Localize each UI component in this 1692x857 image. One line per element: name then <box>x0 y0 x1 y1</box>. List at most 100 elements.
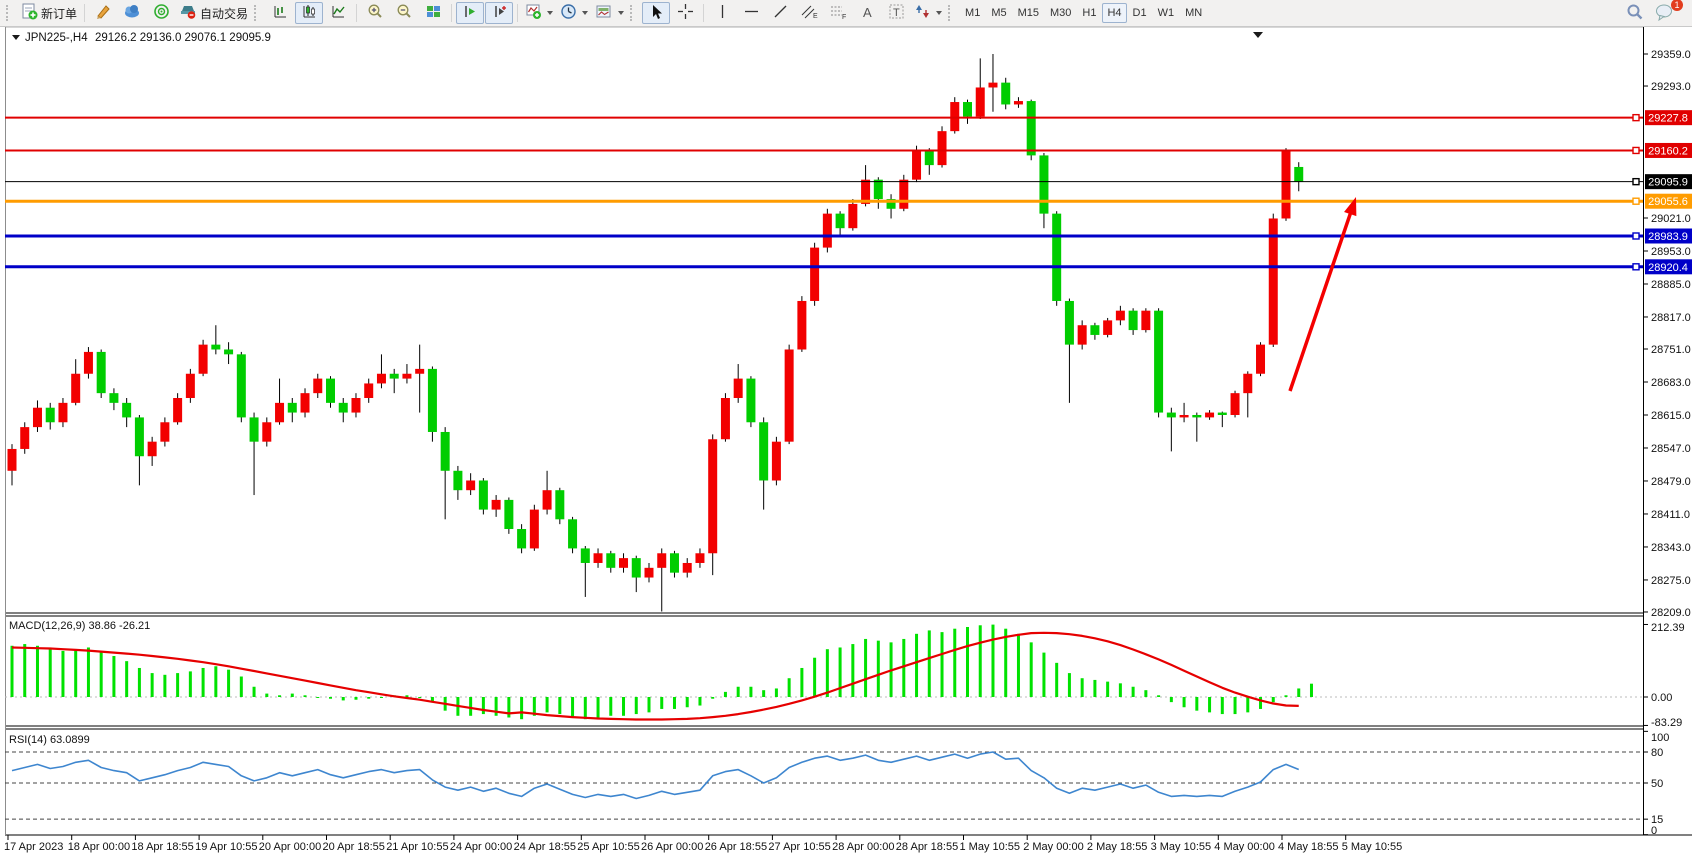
candle-down <box>326 379 335 403</box>
macd-histogram-bar <box>138 668 141 697</box>
candle-up <box>594 553 603 563</box>
channel-button[interactable]: E <box>795 2 823 24</box>
macd-histogram-bar <box>380 697 383 698</box>
timeframe-button-D1[interactable]: D1 <box>1128 3 1152 23</box>
text-icon: A <box>860 4 875 23</box>
vertical-line-icon <box>716 3 729 23</box>
candle-up <box>976 87 985 116</box>
time-axis-label: 20 Apr 00:00 <box>259 841 321 853</box>
bar-chart-button[interactable] <box>266 2 294 24</box>
line-end-marker[interactable] <box>1633 233 1639 239</box>
timeframe-button-H4[interactable]: H4 <box>1102 3 1126 23</box>
macd-histogram-bar <box>711 697 714 699</box>
zoom-in-button[interactable] <box>361 2 389 24</box>
candle-up <box>1243 374 1252 393</box>
indicators-button[interactable] <box>522 2 556 24</box>
line-end-marker[interactable] <box>1633 264 1639 270</box>
macd-histogram-bar <box>1208 697 1211 712</box>
templates-icon <box>595 3 613 23</box>
macd-histogram-bar <box>1310 684 1313 697</box>
macd-histogram-bar <box>112 656 115 697</box>
vertical-line-button[interactable] <box>708 2 736 24</box>
symbol-dropdown-icon[interactable] <box>12 35 20 40</box>
toolbar-grip[interactable] <box>254 5 261 21</box>
time-axis-label: 17 Apr 2023 <box>4 841 63 853</box>
timeframe-button-M1[interactable]: M1 <box>960 3 985 23</box>
candle-up <box>721 398 730 439</box>
line-chart-icon <box>330 3 347 23</box>
toolbar-grip[interactable] <box>630 5 637 21</box>
trend-arrow-annotation[interactable] <box>1290 197 1356 391</box>
macd-histogram-bar <box>902 639 905 697</box>
macd-histogram-bar <box>1183 697 1186 707</box>
cursor-button[interactable] <box>642 2 670 24</box>
candle-down <box>1154 311 1163 413</box>
chart-canvas[interactable]: JPN225-,H4 29126.2 29136.0 29076.1 29095… <box>0 27 1692 857</box>
candlestick-chart-button[interactable] <box>295 2 323 24</box>
timeframe-button-W1[interactable]: W1 <box>1153 3 1180 23</box>
separator <box>84 4 85 22</box>
macd-histogram-bar <box>1055 663 1058 697</box>
toolbar-grip[interactable] <box>6 5 13 21</box>
candle-down <box>606 553 615 568</box>
horizontal-line-button[interactable] <box>737 2 765 24</box>
signals-button[interactable] <box>147 2 175 24</box>
tile-windows-button[interactable] <box>419 2 447 24</box>
indicators-icon <box>525 3 542 23</box>
macd-histogram-bar <box>291 694 294 697</box>
line-end-marker[interactable] <box>1633 179 1639 185</box>
timeframe-button-M15[interactable]: M15 <box>1013 3 1044 23</box>
timeframe-button-MN[interactable]: MN <box>1180 3 1207 23</box>
time-axis-label: 5 May 10:55 <box>1342 841 1403 853</box>
timeframe-button-M30[interactable]: M30 <box>1045 3 1076 23</box>
auto-scroll-button[interactable] <box>456 2 484 24</box>
macd-histogram-bar <box>74 649 77 697</box>
macd-histogram-bar <box>749 687 752 697</box>
line-chart-button[interactable] <box>324 2 352 24</box>
trendline-button[interactable] <box>766 2 794 24</box>
line-end-marker[interactable] <box>1633 147 1639 153</box>
line-end-marker[interactable] <box>1633 198 1639 204</box>
price-axis-label: 28817.0 <box>1651 312 1691 324</box>
auto-trading-button[interactable]: 自动交易 <box>176 2 251 24</box>
zoom-out-button[interactable] <box>390 2 418 24</box>
channel-icon: E <box>800 3 818 23</box>
chart-shift-button[interactable] <box>485 2 513 24</box>
candle-up <box>938 131 947 165</box>
crosshair-button[interactable] <box>671 2 699 24</box>
macd-histogram-bar <box>915 634 918 697</box>
fibonacci-button[interactable]: F <box>824 2 852 24</box>
macd-histogram-bar <box>584 697 587 719</box>
candle-up <box>785 349 794 441</box>
macd-histogram-bar <box>571 697 574 717</box>
macd-histogram-bar <box>176 673 179 697</box>
cloud-icon <box>123 3 141 23</box>
line-end-marker[interactable] <box>1633 115 1639 121</box>
candle-down <box>581 548 590 563</box>
candle-down <box>135 417 144 456</box>
candle-down <box>555 490 564 519</box>
chat-button[interactable]: 1 <box>1650 2 1678 24</box>
macd-histogram-bar <box>189 671 192 697</box>
rsi-axis-label: 50 <box>1651 778 1663 790</box>
candle-down <box>925 151 934 166</box>
periods-button[interactable] <box>557 2 591 24</box>
templates-button[interactable] <box>592 2 627 24</box>
timeframe-button-H1[interactable]: H1 <box>1077 3 1101 23</box>
chart-shift-marker[interactable] <box>1253 32 1263 38</box>
search-button[interactable] <box>1621 2 1649 24</box>
candle-up <box>351 398 360 413</box>
new-order-button[interactable]: 新订单 <box>18 2 80 24</box>
candle-down <box>428 369 437 432</box>
timeframe-button-M5[interactable]: M5 <box>986 3 1011 23</box>
text-button[interactable]: A <box>853 2 881 24</box>
community-button[interactable] <box>118 2 146 24</box>
macd-histogram-bar <box>558 697 561 714</box>
price-badge-label: 28920.4 <box>1648 262 1688 274</box>
macd-histogram-bar <box>278 695 281 697</box>
styles-button[interactable] <box>89 2 117 24</box>
arrows-button[interactable] <box>911 2 945 24</box>
text-label-button[interactable]: T <box>882 2 910 24</box>
candle-up <box>645 568 654 578</box>
toolbar-grip[interactable] <box>948 5 955 21</box>
